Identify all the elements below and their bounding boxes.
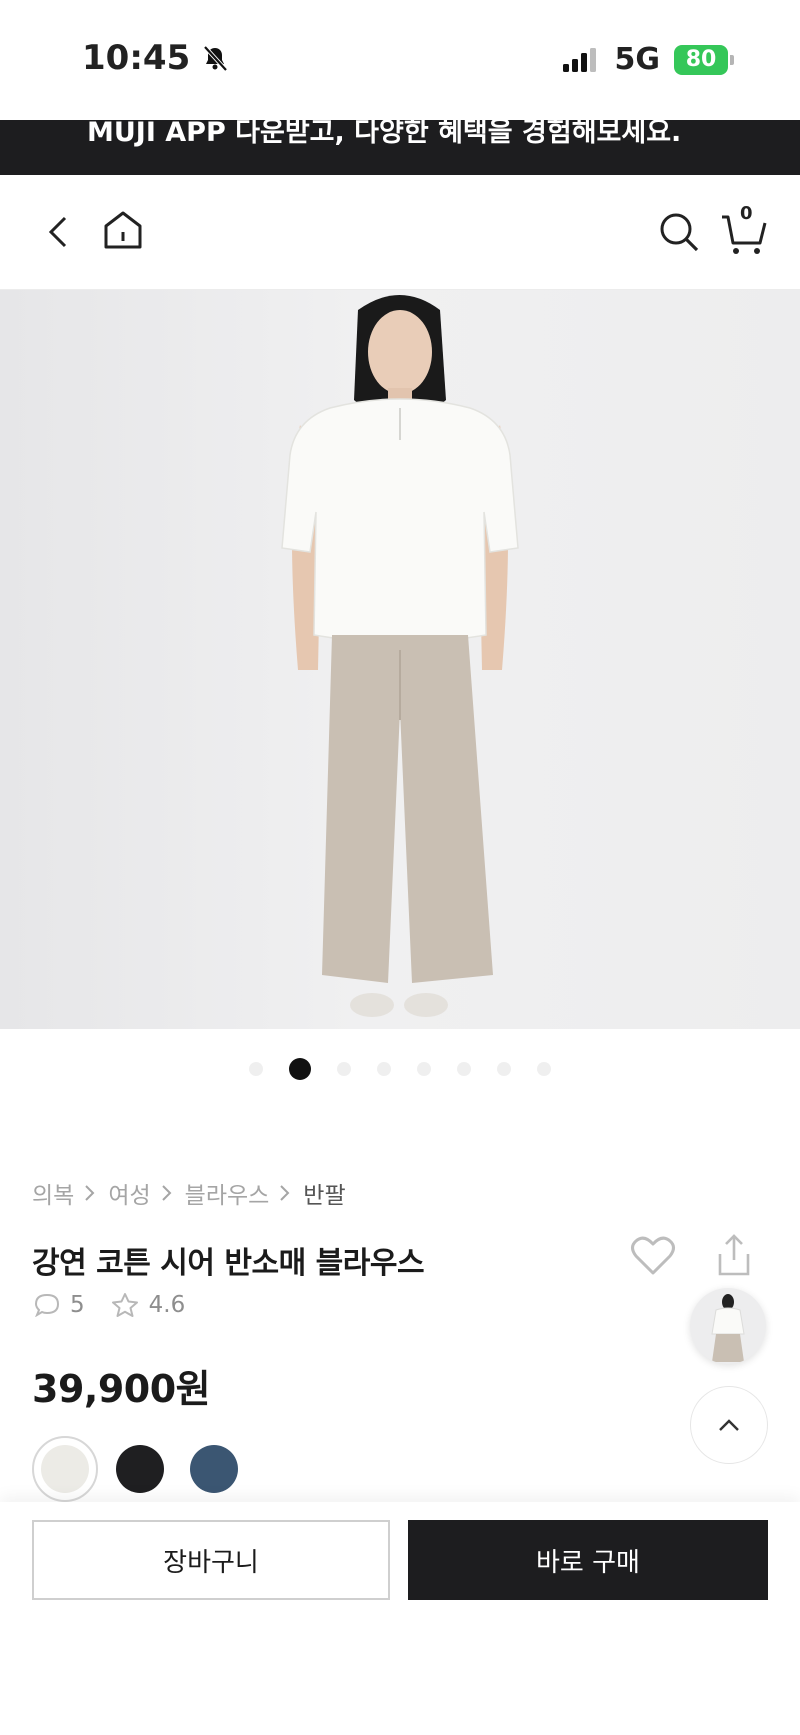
- breadcrumb-label: 의복: [32, 1183, 75, 1209]
- page-dot[interactable]: [377, 1062, 391, 1076]
- page-dot[interactable]: [457, 1062, 471, 1076]
- page-dot[interactable]: [497, 1062, 511, 1076]
- breadcrumb-label: 여성: [108, 1183, 151, 1209]
- cellular-signal-icon: [562, 47, 596, 72]
- breadcrumb-item-women[interactable]: 여성: [108, 1176, 172, 1210]
- breadcrumb-label: 반팔: [303, 1183, 346, 1209]
- chevron-right-icon: [280, 1185, 290, 1201]
- breadcrumb-label: 블라우스: [184, 1183, 270, 1209]
- breadcrumb: 의복 여성 블라우스 반팔: [32, 1176, 358, 1210]
- page-dot[interactable]: [249, 1062, 263, 1076]
- chevron-right-icon: [161, 1185, 172, 1201]
- cart-button[interactable]: 0: [718, 203, 770, 259]
- comment-icon: [34, 1293, 60, 1317]
- status-indicators: 5G 80: [561, 42, 734, 77]
- bottom-action-bar: 장바구니 바로 구매: [0, 1502, 800, 1735]
- network-type: 5G: [614, 42, 661, 77]
- wishlist-button[interactable]: [630, 1235, 676, 1277]
- swatch-fill: [41, 1445, 89, 1493]
- page-dot[interactable]: [417, 1062, 431, 1076]
- color-option-black[interactable]: [108, 1437, 172, 1501]
- battery-nub: [730, 54, 734, 65]
- search-icon: [660, 213, 699, 252]
- cart-count-badge: 0: [740, 203, 753, 224]
- status-bar: 10:45 5G 80: [0, 0, 800, 120]
- product-image[interactable]: [0, 290, 800, 1029]
- product-price: 39,900원: [32, 1367, 211, 1411]
- battery-icon: 80: [674, 44, 728, 75]
- page-dot[interactable]: [337, 1062, 351, 1076]
- chevron-up-icon: [719, 1419, 739, 1431]
- status-time-group: 10:45: [82, 38, 230, 78]
- scroll-to-top-button[interactable]: [690, 1386, 768, 1464]
- app-promo-banner[interactable]: MUJI APP 다운받고, 다양한 혜택을 경험해보세요.: [0, 120, 800, 175]
- review-count-value: 5: [70, 1292, 85, 1318]
- page-dot[interactable]: [537, 1062, 551, 1076]
- thumbnail-image: [711, 1294, 745, 1362]
- floating-product-thumbnail[interactable]: [690, 1288, 766, 1364]
- gallery-pagination: [0, 1058, 800, 1080]
- review-count[interactable]: 5: [34, 1292, 85, 1318]
- breadcrumb-item-clothing[interactable]: 의복: [32, 1176, 96, 1210]
- battery-level: 80: [685, 47, 717, 72]
- rating: 4.6: [111, 1292, 186, 1318]
- share-icon: [718, 1234, 750, 1276]
- color-option-off-white[interactable]: [32, 1436, 98, 1502]
- star-icon: [111, 1293, 138, 1317]
- swatch-fill: [116, 1445, 164, 1493]
- promo-text: MUJI APP 다운받고, 다양한 혜택을 경험해보세요.: [87, 120, 682, 148]
- home-icon: [104, 211, 142, 249]
- product-model-illustration: [281, 295, 519, 1017]
- color-option-navy[interactable]: [182, 1437, 246, 1501]
- breadcrumb-item-blouse[interactable]: 블라우스: [185, 1176, 292, 1210]
- review-rating-row: 5 4.6: [34, 1292, 211, 1318]
- share-button[interactable]: [714, 1232, 754, 1278]
- page-dot-active[interactable]: [289, 1058, 311, 1080]
- back-button[interactable]: [36, 207, 80, 257]
- add-to-cart-button[interactable]: 장바구니: [32, 1520, 390, 1600]
- search-button[interactable]: [654, 207, 704, 257]
- heart-icon: [631, 1236, 675, 1275]
- rating-value: 4.6: [148, 1292, 186, 1318]
- product-title: 강연 코튼 시어 반소매 블라우스: [32, 1246, 425, 1281]
- bell-slash-icon: [203, 45, 228, 72]
- status-time: 10:45: [82, 38, 191, 78]
- home-button[interactable]: [98, 205, 148, 255]
- buy-now-button[interactable]: 바로 구매: [408, 1520, 768, 1600]
- nav-header: 0: [0, 175, 800, 290]
- chevron-left-icon: [48, 216, 67, 248]
- swatch-fill: [190, 1445, 238, 1493]
- color-swatches: [32, 1436, 256, 1502]
- chevron-right-icon: [85, 1185, 95, 1201]
- breadcrumb-item-short-sleeve[interactable]: 반팔: [303, 1176, 345, 1210]
